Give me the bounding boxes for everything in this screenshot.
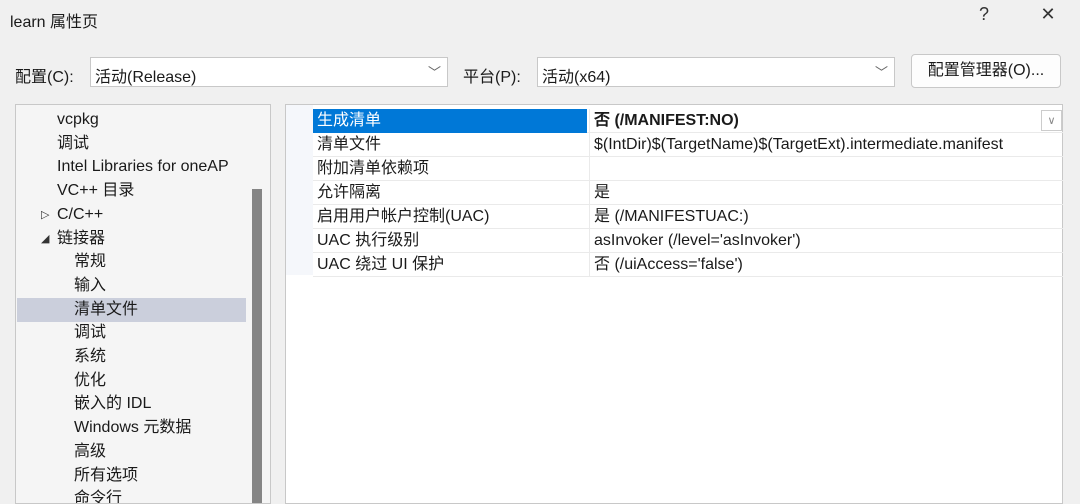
property-value[interactable]: 否 (/MANIFEST:NO) [589, 109, 1063, 133]
tree-item-label: vcpkg [57, 111, 99, 128]
tree-item[interactable]: 调试 [17, 321, 246, 345]
tree-item-label: VC++ 目录 [57, 182, 135, 200]
property-name: 附加清单依赖项 [317, 160, 430, 177]
close-button[interactable]: ✕ [1033, 4, 1063, 25]
tree-item-label: 清单文件 [74, 300, 139, 318]
tree-item[interactable]: 所有选项 [17, 464, 246, 488]
property-tree: 命令行 所有选项 高级 Windows 元数据 嵌入的 IDL 优化 系统 调试 清单文件 输入常… [15, 104, 271, 504]
tree-item[interactable]: 命令行 [17, 487, 246, 504]
tree-item[interactable]: 系统 [17, 345, 246, 369]
expanded-arrow-icon[interactable]: ◢ [41, 227, 49, 251]
tree-item-label: 优化 [74, 371, 107, 389]
tree-item-label: 高级 [74, 442, 107, 460]
property-grid: 生成清单否 (/MANIFEST:NO) ∨ 清单文件 $(IntDir)$(Targ… [285, 104, 1063, 504]
platform-label: 平台(P): [463, 69, 521, 86]
tree-item-label: 链接器 [57, 229, 106, 247]
tree-item[interactable]: vcpkg [17, 108, 246, 132]
tree-item-label: 嵌入的 IDL [74, 395, 152, 413]
property-name: 允许隔离 [317, 184, 382, 201]
tree-item-label: C/C++ [57, 205, 104, 223]
tree-item[interactable]: ◢ 链接器 [17, 227, 246, 251]
chevron-down-icon: ﹀ [874, 65, 888, 80]
tree-item[interactable]: 常规 [17, 250, 246, 274]
window-title: learn 属性页 [10, 14, 99, 31]
platform-select[interactable]: 活动(x64) ﹀ [537, 57, 895, 87]
property-value[interactable]: $(IntDir)$(TargetName)$(TargetExt).inter… [589, 133, 1063, 157]
property-name: UAC 执行级别 [317, 232, 420, 249]
tree-item-label: 调试 [57, 134, 90, 152]
tree-item[interactable]: VC++ 目录 [17, 179, 246, 203]
property-value[interactable] [589, 157, 1063, 181]
property-value[interactable]: 是 [589, 181, 1063, 205]
property-name: UAC 绕过 UI 保护 [317, 256, 445, 273]
tree-item-label: 命令行 [74, 490, 123, 504]
help-button[interactable]: ? [969, 4, 999, 25]
property-value[interactable]: asInvoker (/level='asInvoker') [589, 229, 1063, 253]
property-value[interactable]: 是 (/MANIFESTUAC:) [589, 205, 1063, 229]
platform-value: 活动(x64) [542, 69, 611, 86]
tree-item-label: 所有选项 [74, 466, 139, 484]
tree-item[interactable]: ▷ C/C++ [17, 203, 246, 227]
property-name: 清单文件 [317, 136, 382, 153]
property-row[interactable]: UAC 绕过 UI 保护 否 (/uiAccess='false') [313, 253, 1063, 277]
property-row[interactable]: 生成清单否 (/MANIFEST:NO) ∨ [313, 109, 1063, 133]
property-name: 启用用户帐户控制(UAC) [317, 208, 490, 225]
collapsed-arrow-icon[interactable]: ▷ [41, 203, 49, 227]
tree-item[interactable]: 调试 [17, 132, 246, 156]
property-name: 生成清单 [313, 109, 587, 133]
tree-item[interactable]: Windows 元数据 [17, 416, 246, 440]
tree-scrollbar[interactable] [252, 189, 262, 503]
tree-item[interactable]: 清单文件 [17, 297, 246, 322]
config-value: 活动(Release) [95, 69, 197, 86]
property-row[interactable]: 启用用户帐户控制(UAC) 是 (/MANIFESTUAC:) [313, 205, 1063, 229]
chevron-down-icon: ﹀ [427, 65, 441, 80]
property-row[interactable]: 允许隔离 是 [313, 181, 1063, 205]
config-manager-button[interactable]: 配置管理器(O)... [911, 54, 1061, 88]
config-label: 配置(C): [15, 69, 74, 86]
tree-item[interactable]: Intel Libraries for oneAP [17, 155, 246, 179]
property-row[interactable]: 附加清单依赖项 [313, 157, 1063, 181]
property-row[interactable]: UAC 执行级别 asInvoker (/level='asInvoker') [313, 229, 1063, 253]
tree-item-label: 调试 [74, 324, 107, 342]
config-select[interactable]: 活动(Release) ﹀ [90, 57, 448, 87]
tree-item[interactable]: 嵌入的 IDL [17, 392, 246, 416]
property-row[interactable]: 清单文件 $(IntDir)$(TargetName)$(TargetExt).i… [313, 133, 1063, 157]
tree-item[interactable]: 高级 [17, 440, 246, 464]
tree-item-label: 系统 [74, 348, 107, 365]
tree-item[interactable]: 输入 [17, 274, 246, 298]
tree-item-label: 常规 [74, 253, 107, 271]
dropdown-chevron-icon[interactable]: ∨ [1041, 110, 1062, 131]
tree-item-label: Intel Libraries for oneAP [57, 158, 229, 176]
grid-gutter [286, 105, 313, 275]
tree-item-label: 输入 [74, 276, 107, 294]
property-value[interactable]: 否 (/uiAccess='false') [589, 253, 1063, 277]
tree-item[interactable]: 优化 [17, 369, 246, 393]
tree-item-label: Windows 元数据 [74, 419, 192, 437]
